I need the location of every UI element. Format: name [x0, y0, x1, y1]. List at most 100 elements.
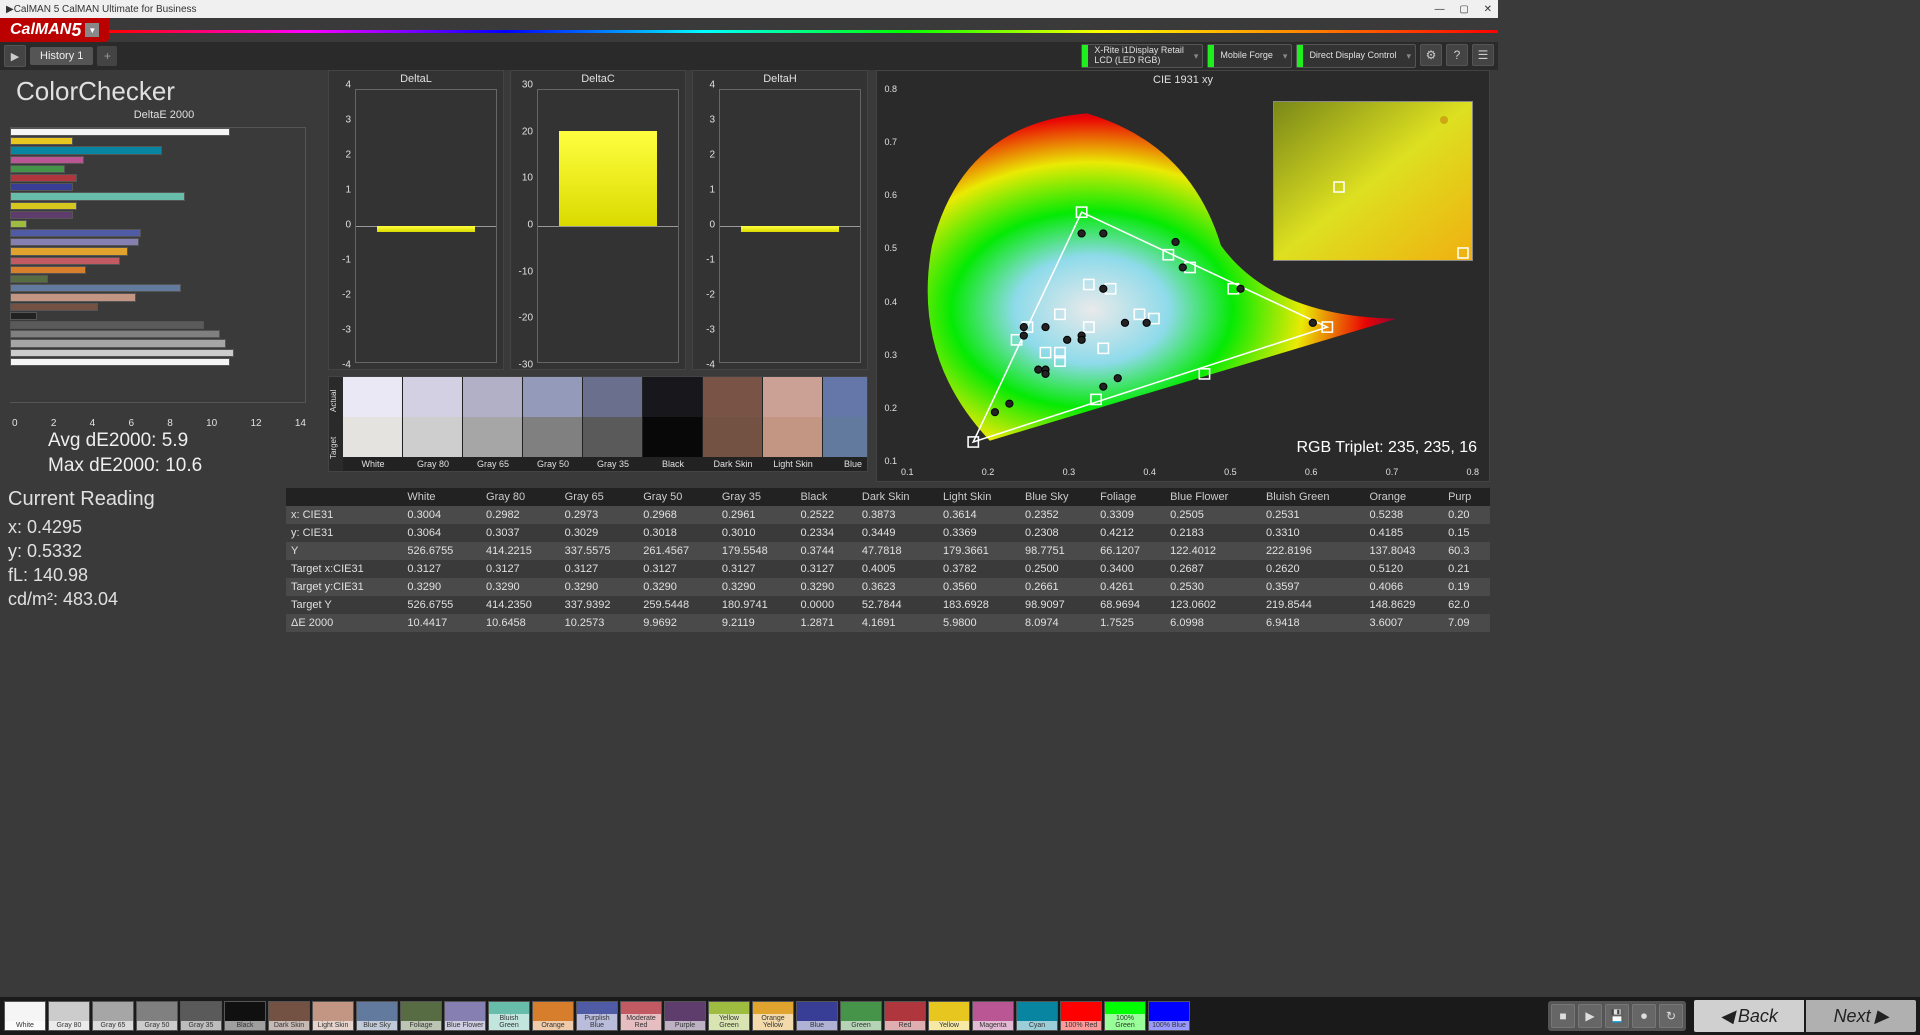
- patch-chip[interactable]: Dark Skin: [268, 1001, 310, 1031]
- deltae-bar: [10, 339, 226, 347]
- rainbow-divider: [109, 30, 1498, 33]
- chevron-down-icon[interactable]: ▾: [1279, 51, 1292, 62]
- deltae-bar: [10, 266, 86, 274]
- deltae-bar: [10, 349, 234, 357]
- rec-button[interactable]: ⏺: [1632, 1004, 1656, 1028]
- patch-chip[interactable]: Gray 80: [48, 1001, 90, 1031]
- window-title: CalMAN 5 CalMAN Ultimate for Business: [14, 4, 197, 15]
- deltae-bar: [10, 146, 162, 154]
- patch-chip[interactable]: Orange Yellow: [752, 1001, 794, 1031]
- deltae-bar: [10, 293, 136, 301]
- patch-chip[interactable]: White: [4, 1001, 46, 1031]
- swatch[interactable]: Gray 35: [583, 377, 643, 471]
- device-display[interactable]: Direct Display Control ▾: [1296, 44, 1416, 68]
- stop-button[interactable]: ■: [1551, 1004, 1575, 1028]
- patch-chip[interactable]: Cyan: [1016, 1001, 1058, 1031]
- patch-chip[interactable]: Gray 35: [180, 1001, 222, 1031]
- reading-x: x: 0.4295: [8, 517, 278, 538]
- patch-chip[interactable]: Bluish Green: [488, 1001, 530, 1031]
- patch-chip[interactable]: Moderate Red: [620, 1001, 662, 1031]
- chevron-down-icon[interactable]: ▾: [1402, 51, 1415, 62]
- patch-chip[interactable]: Blue: [796, 1001, 838, 1031]
- patch-chip[interactable]: Green: [840, 1001, 882, 1031]
- deltae-bar: [10, 312, 37, 320]
- swatch-target-label: Target: [329, 424, 343, 471]
- swatch[interactable]: Gray 50: [523, 377, 583, 471]
- swatch[interactable]: Gray 80: [403, 377, 463, 471]
- patch-chip[interactable]: Gray 65: [92, 1001, 134, 1031]
- deltae-bar: [10, 211, 73, 219]
- patch-chip[interactable]: Blue Sky: [356, 1001, 398, 1031]
- swatch[interactable]: Gray 65: [463, 377, 523, 471]
- swatch[interactable]: Light Skin: [763, 377, 823, 471]
- rgb-triplet-label: RGB Triplet: 235, 235, 16: [1296, 439, 1477, 457]
- deltae-bar: [10, 137, 73, 145]
- data-table[interactable]: WhiteGray 80Gray 65Gray 50Gray 35BlackDa…: [286, 488, 1490, 656]
- patch-chip[interactable]: 100% Red: [1060, 1001, 1102, 1031]
- patch-chip[interactable]: Light Skin: [312, 1001, 354, 1031]
- patch-chip[interactable]: Yellow: [928, 1001, 970, 1031]
- cie-chart: CIE 1931 xy: [876, 70, 1490, 482]
- back-button[interactable]: ◀ Back: [1694, 1000, 1804, 1032]
- swatch[interactable]: Blue: [823, 377, 867, 471]
- deltae-bar: [10, 284, 181, 292]
- patch-chip[interactable]: 100% Blue: [1148, 1001, 1190, 1031]
- patch-chip[interactable]: Foliage: [400, 1001, 442, 1031]
- deltae-bar: [10, 275, 48, 283]
- save-button[interactable]: 💾: [1605, 1004, 1629, 1028]
- app-icon: ▶: [6, 4, 14, 15]
- gear-icon[interactable]: ⚙: [1420, 44, 1442, 66]
- reading-cdm2: cd/m²: 483.04: [8, 589, 278, 610]
- patch-chip[interactable]: Orange: [532, 1001, 574, 1031]
- patch-chip[interactable]: Blue Flower: [444, 1001, 486, 1031]
- patch-chip[interactable]: Purple: [664, 1001, 706, 1031]
- swatch-comparison: Actual Target WhiteGray 80Gray 65Gray 50…: [328, 376, 868, 472]
- help-icon[interactable]: ?: [1446, 44, 1468, 66]
- device-source[interactable]: Mobile Forge ▾: [1207, 44, 1292, 68]
- menu-icon[interactable]: ☰: [1472, 44, 1494, 66]
- deltae-bar: [10, 128, 230, 136]
- max-de2000: Max dE2000: 10.6: [48, 454, 320, 479]
- main-content: ColorChecker DeltaE 2000 02468101214 Avg…: [0, 70, 1498, 770]
- table-row: Target x:CIE310.31270.31270.31270.31270.…: [286, 560, 1490, 578]
- patch-chip[interactable]: Yellow Green: [708, 1001, 750, 1031]
- minimize-icon[interactable]: —: [1435, 4, 1445, 15]
- deltah-chart: DeltaH 43210-1-2-3-4: [692, 70, 868, 370]
- patch-chip[interactable]: 100% Green: [1104, 1001, 1146, 1031]
- patch-chip[interactable]: Gray 50: [136, 1001, 178, 1031]
- tab-add-button[interactable]: +: [97, 46, 117, 66]
- patch-chip[interactable]: Purplish Blue: [576, 1001, 618, 1031]
- deltae-bar: [10, 165, 65, 173]
- swatch[interactable]: Dark Skin: [703, 377, 763, 471]
- brand-bar: CalMAN5 ▼: [0, 18, 1498, 42]
- device-meter[interactable]: X-Rite i1Display Retail LCD (LED RGB) ▾: [1081, 44, 1203, 68]
- deltae-bar: [10, 257, 120, 265]
- chevron-down-icon[interactable]: ▾: [1190, 51, 1203, 62]
- patch-chip[interactable]: Red: [884, 1001, 926, 1031]
- next-button[interactable]: Next ▶: [1806, 1000, 1916, 1032]
- page-title: ColorChecker: [16, 76, 320, 107]
- tab-history[interactable]: History 1: [30, 47, 93, 65]
- maximize-icon[interactable]: ▢: [1459, 4, 1468, 15]
- patch-chip[interactable]: Magenta: [972, 1001, 1014, 1031]
- play-button[interactable]: ▶: [4, 45, 26, 67]
- toolbar: ▶ History 1 + X-Rite i1Display Retail LC…: [0, 42, 1498, 70]
- deltae-bar: [10, 202, 77, 210]
- playback-group: ■ ▶ 💾 ⏺ ↻: [1548, 1001, 1686, 1031]
- bottom-patch-bar: WhiteGray 80Gray 65Gray 50Gray 35BlackDa…: [0, 997, 1920, 1035]
- play-button[interactable]: ▶: [1578, 1004, 1602, 1028]
- brand-menu-icon[interactable]: ▼: [85, 23, 99, 37]
- close-icon[interactable]: ✕: [1484, 4, 1492, 15]
- loop-button[interactable]: ↻: [1659, 1004, 1683, 1028]
- deltae-bar: [10, 303, 98, 311]
- swatch[interactable]: White: [343, 377, 403, 471]
- deltae-bar: [10, 220, 27, 228]
- table-row: x: CIE310.30040.29820.29730.29680.29610.…: [286, 506, 1490, 524]
- deltac-chart: DeltaC 3020100-10-20-30: [510, 70, 686, 370]
- deltae-chart: DeltaE 2000 02468101214: [8, 109, 320, 429]
- patch-chip[interactable]: Black: [224, 1001, 266, 1031]
- brand-logo: CalMAN5 ▼: [0, 18, 109, 42]
- swatch[interactable]: Black: [643, 377, 703, 471]
- cie-zoom-inset: [1273, 101, 1473, 261]
- reading-fL: fL: 140.98: [8, 565, 278, 586]
